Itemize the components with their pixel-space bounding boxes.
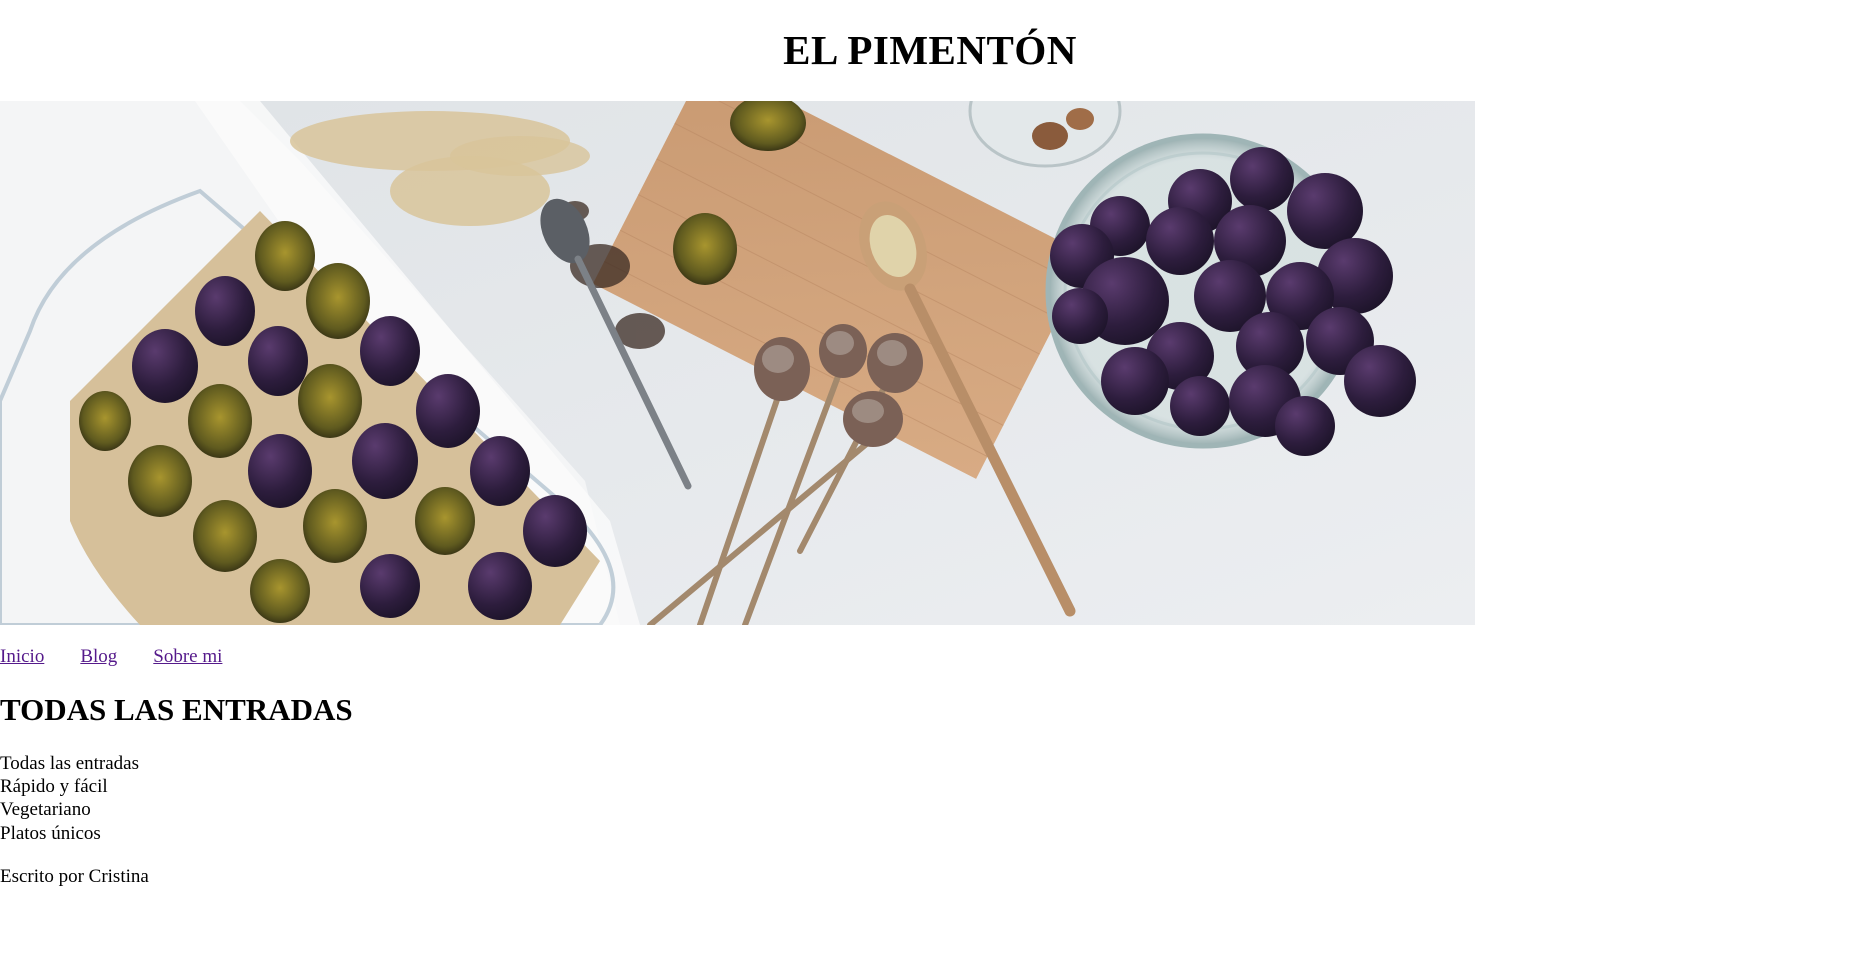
- hero-image: [0, 101, 1475, 625]
- category-item-rapido: Rápido y fácil: [0, 776, 108, 798]
- nav-link-sobre-mi[interactable]: Sobre mi: [153, 646, 222, 667]
- site-header: EL PIMENTÓN: [0, 0, 1860, 101]
- category-list: Todas las entradas Rápido y fácil Vegeta…: [0, 752, 139, 845]
- category-item-platos-unicos: Platos únicos: [0, 822, 101, 844]
- site-title: EL PIMENTÓN: [783, 27, 1077, 73]
- main-nav: Inicio Blog Sobre mi: [0, 645, 258, 669]
- author-line: Escrito por Cristina: [0, 866, 149, 887]
- category-item-vegetariano: Vegetariano: [0, 799, 91, 821]
- section-heading: TODAS LAS ENTRADAS: [0, 692, 353, 727]
- nav-link-blog[interactable]: Blog: [80, 646, 117, 667]
- category-item-todas: Todas las entradas: [0, 753, 140, 774]
- nav-link-inicio[interactable]: Inicio: [0, 646, 44, 667]
